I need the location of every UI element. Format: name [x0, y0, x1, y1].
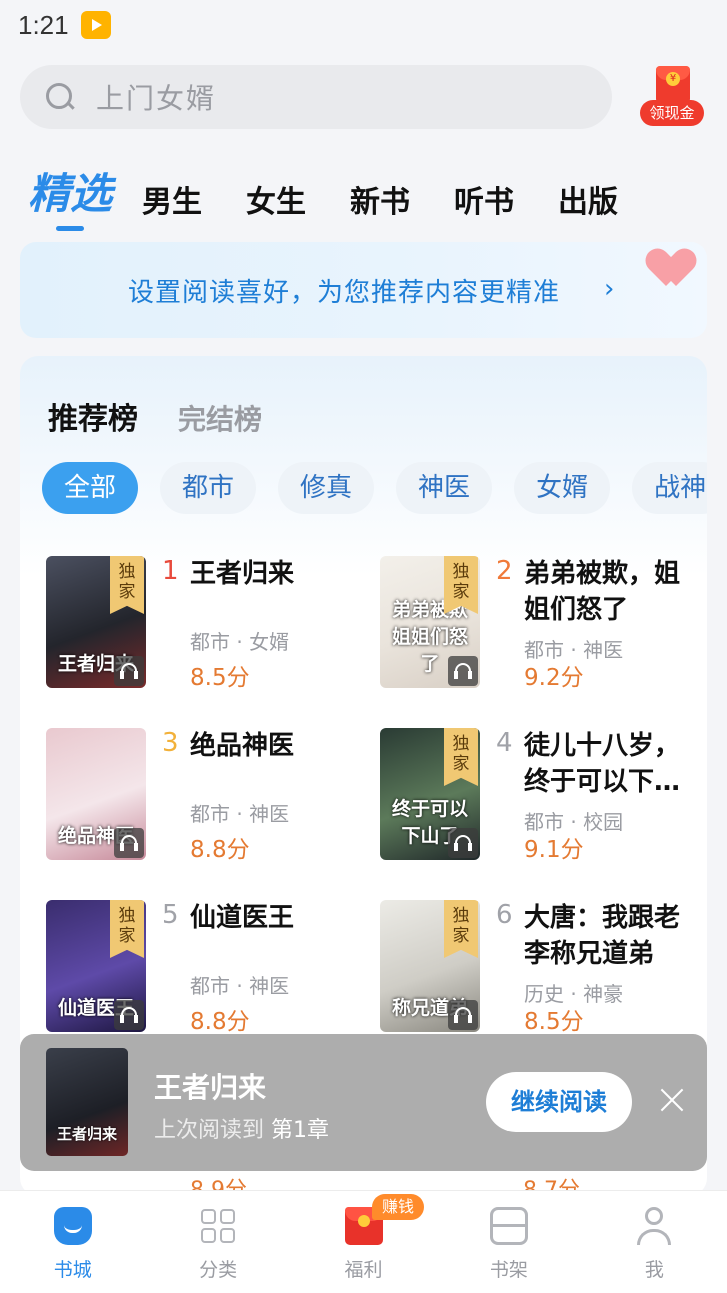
nav-me[interactable]: 我: [582, 1191, 727, 1293]
book-title: 弟弟被欺，姐姐们怒了: [524, 559, 681, 625]
book-rank: 5: [162, 900, 179, 930]
book-cover: 弟弟被欺 姐姐们怒了独家: [380, 556, 480, 688]
cash-reward-button[interactable]: 领现金: [640, 66, 704, 126]
genre-chips: 全部 都市 修真 神医 女婿 战神: [42, 462, 707, 514]
tab-indicator: [56, 226, 84, 231]
preference-banner-text: 设置阅读喜好，为您推荐内容更精准: [128, 278, 561, 308]
search-icon: [46, 83, 75, 111]
book-cover: 终于可以下山了独家: [380, 728, 480, 860]
book-item[interactable]: 称兄道弟独家 6 大唐：我跟老李称兄道弟 历史 · 神豪 8.5分: [380, 900, 707, 1035]
ranking-tabs: 推荐榜 完结榜: [48, 394, 302, 438]
exclusive-badge: 独家: [444, 728, 478, 786]
profile-icon: [635, 1207, 673, 1245]
book-score: 8.5分: [190, 665, 250, 691]
book-title: 绝品神医: [190, 731, 295, 761]
tab-audiobooks[interactable]: 听书: [454, 177, 514, 221]
book-tags: 都市 · 女婿: [190, 630, 290, 654]
book-item[interactable]: 王者归来独家 1 王者归来都市 · 女婿 8.5分: [46, 556, 376, 691]
headphones-icon: [448, 656, 478, 686]
continue-reading-progress: 上次阅读到 第1章: [154, 1118, 330, 1143]
book-title: 徒儿十八岁，终于可以下…: [524, 731, 681, 797]
heart-icon: [656, 250, 700, 290]
book-score: 9.2分: [524, 665, 584, 691]
book-rank: 1: [162, 556, 179, 586]
book-item[interactable]: 绝品神医 3 绝品神医都市 · 神医 8.8分: [46, 728, 376, 863]
chip-cultivation[interactable]: 修真: [278, 462, 375, 514]
book-item[interactable]: 仙道医王独家 5 仙道医王都市 · 神医 8.8分: [46, 900, 376, 1035]
tab-recommended-ranking[interactable]: 推荐榜: [48, 394, 138, 438]
cash-reward-label: 领现金: [640, 100, 704, 126]
headphones-icon: [114, 828, 144, 858]
book-tags: 都市 · 神医: [190, 802, 290, 826]
search-box[interactable]: 上门女婿: [20, 65, 612, 129]
continue-reading-bar[interactable]: 王者归来 王者归来 上次阅读到 第1章 继续阅读: [20, 1034, 707, 1171]
headphones-icon: [114, 1000, 144, 1030]
book-item[interactable]: 弟弟被欺 姐姐们怒了独家 2 弟弟被欺，姐姐们怒了 都市 · 神医 9.2分: [380, 556, 707, 691]
tab-new-books[interactable]: 新书: [350, 177, 410, 221]
book-item[interactable]: 终于可以下山了独家 4 徒儿十八岁，终于可以下… 都市 · 校园 9.1分: [380, 728, 707, 863]
status-time: 1:21: [18, 9, 69, 40]
channel-tabs: 精选 男生 女生 新书 听书 出版: [28, 160, 662, 231]
book-title: 大唐：我跟老李称兄道弟: [524, 903, 681, 969]
book-cover: 称兄道弟独家: [380, 900, 480, 1032]
close-icon[interactable]: [660, 1088, 684, 1112]
chip-war-god[interactable]: 战神: [632, 462, 707, 514]
preference-banner[interactable]: 设置阅读喜好，为您推荐内容更精准 ›: [20, 242, 707, 338]
bookshelf-icon: [489, 1207, 528, 1245]
earn-badge: 赚钱: [372, 1194, 425, 1220]
headphones-icon: [448, 828, 478, 858]
chip-miracle-doctor[interactable]: 神医: [396, 462, 493, 514]
book-score: 8.8分: [190, 837, 250, 863]
tab-male[interactable]: 男生: [142, 177, 202, 221]
book-score: 9.1分: [524, 837, 584, 863]
book-rank: 6: [496, 900, 513, 930]
chevron-right-icon: ›: [604, 274, 615, 304]
category-grid-icon: [199, 1207, 238, 1245]
exclusive-badge: 独家: [444, 900, 478, 958]
book-title: 王者归来: [190, 559, 295, 589]
tab-completed-ranking[interactable]: 完结榜: [178, 398, 262, 438]
continue-reading-title: 王者归来: [154, 1071, 267, 1104]
book-rank: 3: [162, 728, 179, 758]
red-envelope-icon: [656, 66, 690, 104]
chip-urban[interactable]: 都市: [160, 462, 257, 514]
headphones-icon: [114, 656, 144, 686]
tv-app-icon: [80, 11, 111, 39]
exclusive-badge: 独家: [110, 900, 144, 958]
book-tags: 都市 · 神医: [190, 974, 290, 998]
continue-reading-cover: 王者归来: [46, 1048, 128, 1156]
search-placeholder: 上门女婿: [96, 82, 217, 115]
tab-published[interactable]: 出版: [558, 177, 618, 221]
book-score: 8.8分: [190, 1009, 250, 1035]
bookstore-icon: [53, 1207, 92, 1245]
nav-bookshelf[interactable]: 书架: [436, 1191, 581, 1293]
book-score: 8.5分: [524, 1009, 584, 1035]
chip-son-in-law[interactable]: 女婿: [514, 462, 611, 514]
bottom-nav: 书城 分类 福利 书架 我: [0, 1190, 727, 1293]
chip-all[interactable]: 全部: [42, 462, 139, 514]
book-cover: 仙道医王独家: [46, 900, 146, 1032]
exclusive-badge: 独家: [444, 556, 478, 614]
nav-category[interactable]: 分类: [145, 1191, 290, 1293]
book-cover: 王者归来独家: [46, 556, 146, 688]
book-title: 仙道医王: [190, 903, 295, 933]
exclusive-badge: 独家: [110, 556, 144, 614]
status-bar: 1:21: [18, 8, 111, 42]
tab-female[interactable]: 女生: [246, 177, 306, 221]
book-rank: 4: [496, 728, 513, 758]
nav-bookstore[interactable]: 书城: [0, 1191, 145, 1293]
book-rank: 2: [496, 556, 513, 586]
tab-featured[interactable]: 精选: [28, 160, 112, 231]
headphones-icon: [448, 1000, 478, 1030]
book-cover: 绝品神医: [46, 728, 146, 860]
continue-reading-button[interactable]: 继续阅读: [486, 1072, 632, 1132]
